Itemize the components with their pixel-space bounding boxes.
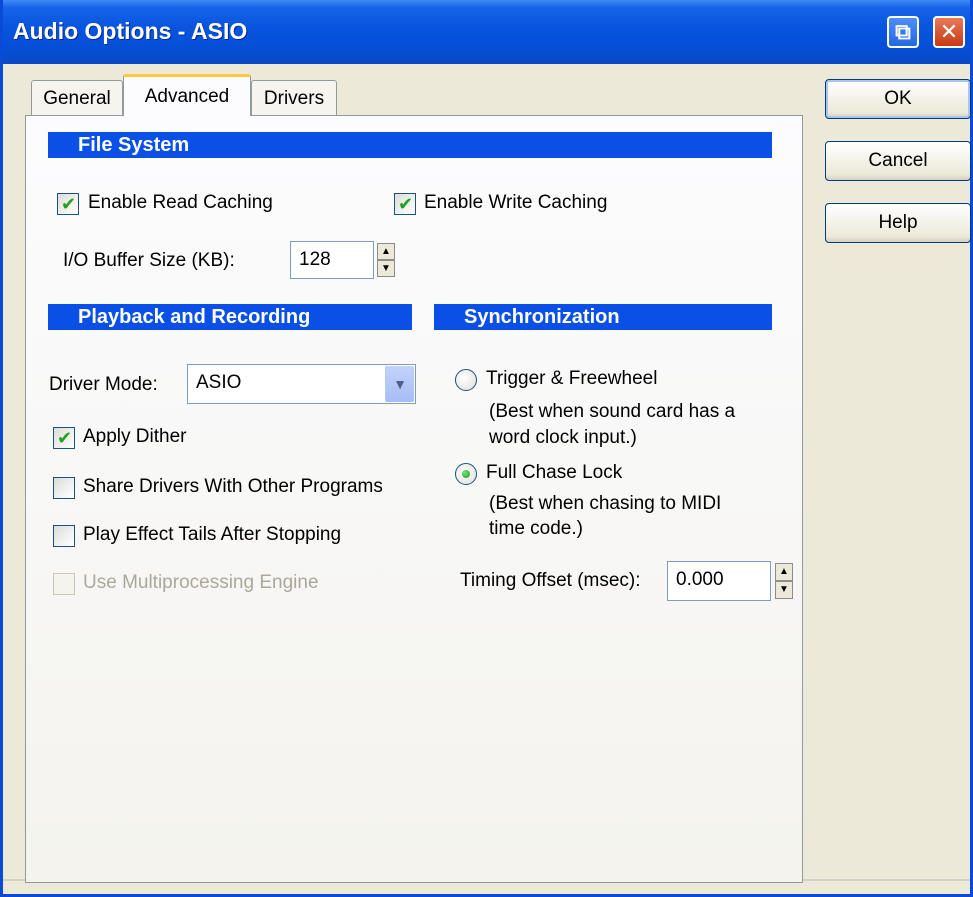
synchronization-header: Synchronization: [434, 304, 772, 330]
full-chase-lock-label[interactable]: Full Chase Lock: [486, 462, 622, 484]
help-button[interactable]: Help: [825, 203, 971, 243]
share-drivers-label[interactable]: Share Drivers With Other Programs: [83, 476, 383, 498]
full-chase-lock-description-2: time code.): [489, 518, 583, 539]
cancel-button[interactable]: Cancel: [825, 141, 971, 181]
play-effect-tails-checkbox[interactable]: [53, 525, 75, 547]
chevron-down-icon[interactable]: ▼: [385, 366, 414, 402]
io-buffer-size-spinner[interactable]: ▲ ▼: [377, 243, 395, 277]
audio-options-dialog: Audio Options - ASIO ⧉ ✕ General Advance…: [0, 0, 973, 897]
full-chase-lock-description: (Best when chasing to MIDI: [489, 493, 722, 514]
apply-dither-checkbox[interactable]: ✔: [53, 427, 75, 449]
playback-recording-header: Playback and Recording: [48, 304, 412, 330]
driver-mode-select[interactable]: ASIO ▼: [187, 364, 416, 404]
restore-icon[interactable]: ⧉: [887, 16, 919, 48]
driver-mode-value: ASIO: [196, 372, 242, 393]
tab-general[interactable]: General: [31, 80, 123, 116]
close-icon[interactable]: ✕: [933, 16, 965, 48]
window-title: Audio Options - ASIO: [13, 18, 248, 44]
timing-offset-input[interactable]: 0.000: [667, 561, 771, 601]
timing-offset-label: Timing Offset (msec):: [460, 570, 641, 591]
file-system-header: File System: [48, 132, 772, 158]
enable-write-caching-label[interactable]: Enable Write Caching: [424, 192, 607, 214]
trigger-freewheel-label[interactable]: Trigger & Freewheel: [486, 368, 657, 390]
play-effect-tails-label[interactable]: Play Effect Tails After Stopping: [83, 524, 341, 546]
enable-write-caching-checkbox[interactable]: ✔: [394, 193, 416, 215]
spin-down-icon[interactable]: ▼: [775, 581, 793, 599]
io-buffer-size-input[interactable]: 128: [290, 241, 374, 279]
trigger-freewheel-radio[interactable]: [455, 369, 477, 391]
driver-mode-label: Driver Mode:: [49, 374, 158, 395]
title-bar[interactable]: Audio Options - ASIO ⧉ ✕: [3, 0, 970, 64]
check-mark-icon: ✔: [61, 194, 77, 214]
enable-read-caching-checkbox[interactable]: ✔: [57, 193, 79, 215]
use-multiprocessing-checkbox: [53, 573, 75, 595]
tab-advanced-label: Advanced: [144, 85, 230, 107]
spin-up-icon[interactable]: ▲: [377, 243, 395, 260]
full-chase-lock-radio[interactable]: [455, 463, 477, 485]
apply-dither-label[interactable]: Apply Dither: [83, 426, 187, 448]
tab-general-label: General: [43, 87, 111, 109]
share-drivers-checkbox[interactable]: [53, 477, 75, 499]
trigger-freewheel-description: (Best when sound card has a: [489, 401, 736, 422]
enable-read-caching-label[interactable]: Enable Read Caching: [88, 192, 273, 214]
io-buffer-size-label: I/O Buffer Size (KB):: [63, 250, 235, 271]
check-mark-icon: ✔: [57, 428, 73, 448]
tab-drivers[interactable]: Drivers: [251, 80, 337, 116]
spin-down-icon[interactable]: ▼: [377, 260, 395, 277]
timing-offset-spinner[interactable]: ▲ ▼: [775, 563, 793, 599]
advanced-tab-panel: File System ✔ Enable Read Caching ✔ Enab…: [25, 115, 803, 883]
tab-advanced[interactable]: Advanced: [123, 74, 251, 116]
check-mark-icon: ✔: [398, 194, 414, 214]
spin-up-icon[interactable]: ▲: [775, 563, 793, 581]
radio-selected-dot-icon: [462, 470, 470, 478]
tab-drivers-label: Drivers: [263, 87, 325, 109]
use-multiprocessing-label: Use Multiprocessing Engine: [83, 572, 319, 593]
trigger-freewheel-description-2: word clock input.): [489, 427, 637, 448]
ok-button[interactable]: OK: [825, 79, 971, 119]
